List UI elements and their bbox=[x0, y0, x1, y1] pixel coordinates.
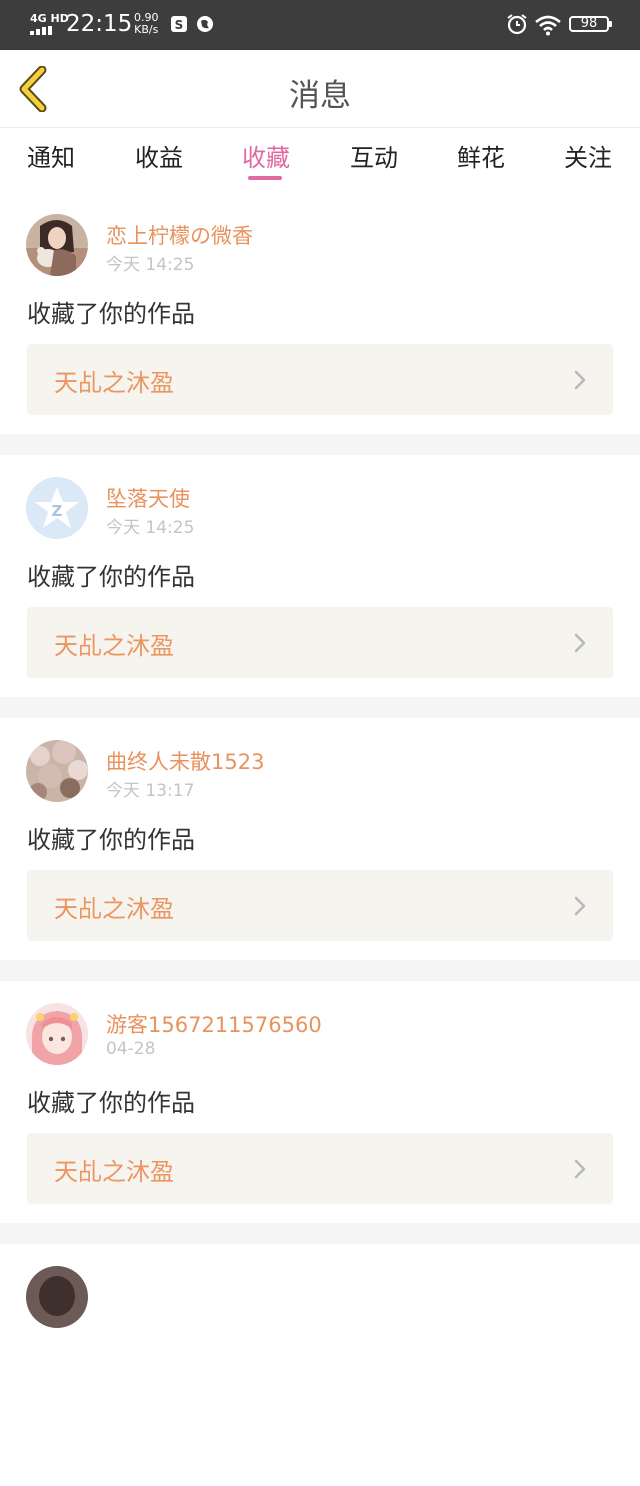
username[interactable]: 游客1567211576560 bbox=[106, 1009, 322, 1039]
network-indicator: 4G HD bbox=[30, 12, 69, 25]
message-tabs: 通知 收益 收藏 互动 鲜花 关注 bbox=[0, 128, 640, 192]
battery-indicator: 98 bbox=[569, 16, 612, 32]
work-title: 天乩之沐盈 bbox=[54, 369, 174, 397]
tab-follows[interactable]: 关注 bbox=[564, 138, 612, 173]
wifi-icon bbox=[535, 15, 561, 36]
work-link[interactable]: 天乩之沐盈 bbox=[27, 607, 613, 678]
list-item: 曲终人未散1523 今天 13:17 收藏了你的作品 天乩之沐盈 bbox=[0, 718, 640, 960]
chevron-right-icon bbox=[574, 370, 586, 390]
tab-favorites[interactable]: 收藏 bbox=[242, 138, 290, 173]
action-text: 收藏了你的作品 bbox=[27, 563, 195, 591]
divider bbox=[0, 434, 640, 455]
network-speed: 0.90 KB/s bbox=[134, 12, 159, 36]
nav-bar: 消息 bbox=[0, 50, 640, 128]
tab-interactions[interactable]: 互动 bbox=[350, 138, 398, 173]
action-text: 收藏了你的作品 bbox=[27, 826, 195, 854]
work-title: 天乩之沐盈 bbox=[54, 632, 174, 660]
clock: 22:15 bbox=[66, 11, 133, 37]
work-link[interactable]: 天乩之沐盈 bbox=[27, 870, 613, 941]
active-tab-indicator bbox=[248, 176, 282, 180]
username[interactable]: 恋上柠檬の微香 bbox=[106, 220, 253, 250]
avatar[interactable] bbox=[26, 1266, 88, 1328]
work-title: 天乩之沐盈 bbox=[54, 895, 174, 923]
divider bbox=[0, 1223, 640, 1244]
alarm-icon bbox=[507, 14, 527, 35]
username[interactable]: 坠落天使 bbox=[106, 483, 190, 513]
divider bbox=[0, 960, 640, 981]
list-item: 恋上柠檬の微香 今天 14:25 收藏了你的作品 天乩之沐盈 bbox=[0, 192, 640, 434]
chevron-right-icon bbox=[574, 633, 586, 653]
timestamp: 今天 14:25 bbox=[106, 518, 195, 538]
tab-earnings[interactable]: 收益 bbox=[135, 138, 183, 173]
status-bar: 4G HD 22:15 0.90 KB/s S 98 bbox=[0, 0, 640, 50]
list-item: Z 坠落天使 今天 14:25 收藏了你的作品 天乩之沐盈 bbox=[0, 455, 640, 697]
avatar[interactable] bbox=[26, 214, 88, 276]
signal-icon bbox=[30, 26, 52, 35]
notification-app-icon: S bbox=[171, 16, 187, 32]
avatar[interactable] bbox=[26, 740, 88, 802]
svg-text:Z: Z bbox=[52, 502, 63, 520]
timestamp: 04-28 bbox=[106, 1039, 156, 1059]
username[interactable]: 曲终人未散1523 bbox=[106, 746, 264, 776]
work-title: 天乩之沐盈 bbox=[54, 1158, 174, 1186]
speed-unit: KB/s bbox=[134, 23, 159, 36]
timestamp: 今天 13:17 bbox=[106, 781, 195, 801]
chevron-right-icon bbox=[574, 1159, 586, 1179]
browser-app-icon bbox=[197, 16, 213, 32]
avatar[interactable]: Z bbox=[26, 477, 88, 539]
svg-text:S: S bbox=[175, 18, 184, 32]
list-item: 游客1567211576560 04-28 收藏了你的作品 天乩之沐盈 bbox=[0, 981, 640, 1223]
work-link[interactable]: 天乩之沐盈 bbox=[27, 344, 613, 415]
action-text: 收藏了你的作品 bbox=[27, 300, 195, 328]
tab-flowers[interactable]: 鲜花 bbox=[457, 138, 505, 173]
favorites-feed: 恋上柠檬の微香 今天 14:25 收藏了你的作品 天乩之沐盈 Z 坠落天使 今天… bbox=[0, 192, 640, 1486]
timestamp: 今天 14:25 bbox=[106, 255, 195, 275]
tab-notifications[interactable]: 通知 bbox=[27, 138, 75, 173]
action-text: 收藏了你的作品 bbox=[27, 1089, 195, 1117]
chevron-right-icon bbox=[574, 896, 586, 916]
work-link[interactable]: 天乩之沐盈 bbox=[27, 1133, 613, 1204]
page-title: 消息 bbox=[289, 78, 351, 114]
divider bbox=[0, 697, 640, 718]
list-item bbox=[0, 1244, 640, 1486]
avatar[interactable] bbox=[26, 1003, 88, 1065]
